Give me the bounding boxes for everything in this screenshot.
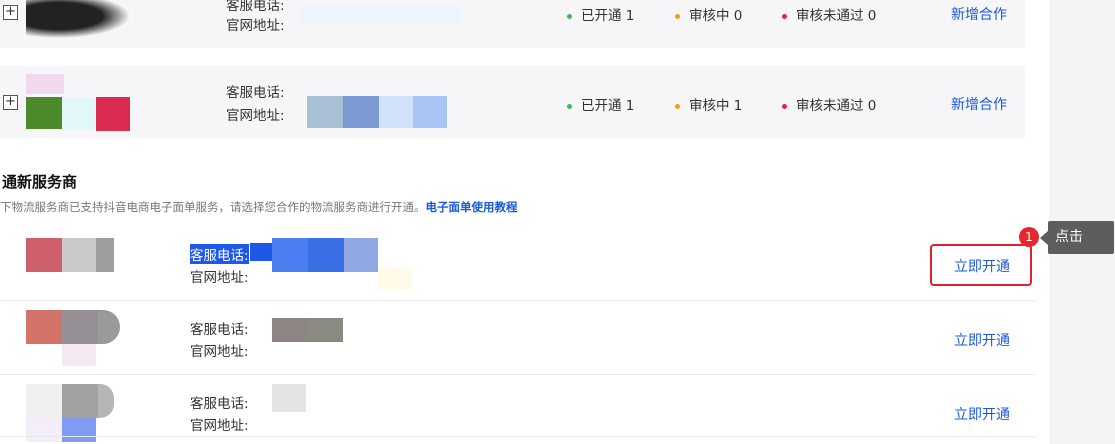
status-open: 已开通 1	[567, 94, 634, 114]
site-label: 官网地址:	[226, 18, 285, 34]
provider-logo	[62, 310, 98, 344]
partner-logo	[96, 97, 130, 131]
redacted-contact	[378, 268, 412, 290]
site-label: 官网地址:	[190, 270, 249, 286]
status-count: 0	[733, 8, 743, 24]
status-count: 0	[867, 8, 877, 24]
phone-label: 客服电话:	[190, 244, 249, 264]
status-count: 1	[733, 98, 743, 114]
row-divider	[0, 436, 1035, 437]
status-rejected: 审核未通过 0	[782, 94, 876, 114]
provider-logo	[62, 418, 96, 442]
click-tooltip: 点击	[1048, 221, 1114, 254]
partner-logo	[26, 0, 136, 40]
provider-logo	[26, 310, 62, 344]
partner-logo	[26, 97, 62, 129]
provider-logo	[26, 384, 62, 418]
green-dot-icon	[567, 13, 572, 19]
step-badge: 1	[1019, 227, 1039, 247]
provider-logo	[26, 418, 62, 442]
provider-logo	[62, 344, 96, 366]
tutorial-link[interactable]: 电子面单使用教程	[426, 200, 518, 214]
status-label: 审核未通过	[796, 98, 864, 114]
open-now-button[interactable]: 立即开通	[954, 330, 1010, 350]
redacted-contact	[250, 243, 272, 261]
phone-label: 客服电话:	[190, 322, 249, 338]
orange-dot-icon	[675, 103, 680, 109]
section-title: 通新服务商	[2, 173, 78, 191]
provider-logo	[98, 384, 114, 418]
provider-logo	[62, 238, 96, 272]
redacted-contact	[272, 318, 308, 342]
redacted-contact	[344, 238, 378, 272]
status-reviewing: 审核中 1	[675, 94, 742, 114]
status-label: 审核中	[689, 8, 730, 24]
red-dot-icon	[782, 13, 787, 19]
status-rejected: 审核未通过 0	[782, 4, 876, 24]
status-label: 审核未通过	[796, 8, 864, 24]
status-label: 已开通	[581, 98, 622, 114]
site-label: 官网地址:	[226, 108, 285, 124]
redacted-contact	[379, 96, 413, 128]
phone-label: 客服电话:	[190, 396, 249, 412]
status-count: 1	[625, 98, 635, 114]
status-open: 已开通 1	[567, 4, 634, 24]
green-dot-icon	[567, 103, 572, 109]
red-dot-icon	[782, 103, 787, 109]
provider-logo	[62, 384, 98, 418]
tooltip-arrow-icon	[1040, 231, 1048, 245]
redacted-contact	[413, 96, 447, 128]
description-text: 下物流服务商已支持抖音电商电子面单服务，请选择您合作的物流服务商进行开通。	[0, 200, 426, 214]
redacted-contact	[343, 96, 379, 128]
site-label: 官网地址:	[190, 418, 249, 434]
partner-logo	[62, 97, 96, 129]
site-label: 官网地址:	[190, 344, 249, 360]
status-reviewing: 审核中 0	[675, 4, 742, 24]
section-description: 下物流服务商已支持抖音电商电子面单服务，请选择您合作的物流服务商进行开通。电子面…	[0, 199, 518, 215]
phone-label: 客服电话:	[226, 85, 285, 101]
expand-icon[interactable]: +	[3, 95, 18, 110]
phone-label: 客服电话:	[226, 0, 285, 14]
row-divider	[0, 300, 1035, 301]
redacted-contact	[308, 238, 344, 272]
redacted-contact	[272, 384, 306, 412]
open-now-button[interactable]: 立即开通	[954, 404, 1010, 424]
orange-dot-icon	[675, 13, 680, 19]
provider-logo	[96, 238, 114, 272]
provider-logo	[26, 238, 62, 272]
status-label: 已开通	[581, 8, 622, 24]
status-label: 审核中	[689, 98, 730, 114]
expand-icon[interactable]: +	[3, 5, 18, 20]
redacted-contact	[272, 238, 308, 272]
row-divider	[0, 374, 1035, 375]
redacted-contact	[307, 96, 343, 128]
redacted-contact	[300, 5, 460, 23]
redacted-contact	[308, 318, 343, 342]
add-cooperation-link[interactable]: 新增合作	[951, 4, 1007, 24]
status-count: 1	[625, 8, 635, 24]
add-cooperation-link[interactable]: 新增合作	[951, 94, 1007, 114]
status-count: 0	[867, 98, 877, 114]
provider-logo	[98, 310, 120, 344]
partner-logo	[26, 74, 64, 94]
click-highlight-box	[930, 244, 1032, 286]
